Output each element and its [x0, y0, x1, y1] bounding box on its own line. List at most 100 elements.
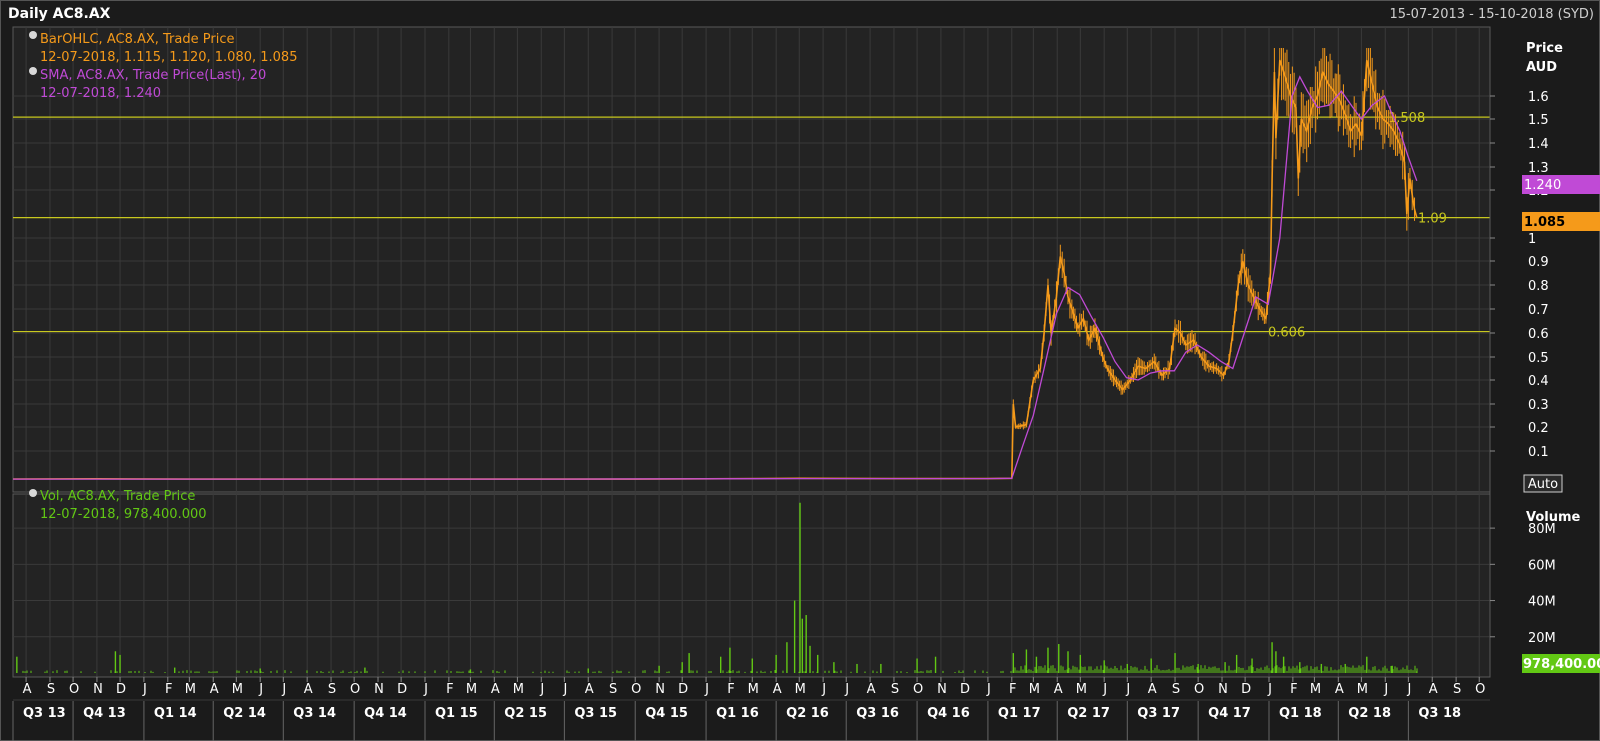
quarter-label: Q2 14 [223, 706, 266, 721]
quarter-label: Q1 17 [998, 706, 1041, 721]
quarter-label: Q1 14 [154, 706, 197, 721]
quarter-label: Q4 17 [1208, 706, 1251, 721]
quarter-label: Q2 16 [786, 706, 829, 721]
month-label: O [1475, 682, 1485, 697]
month-label: D [116, 682, 126, 697]
quarter-label: Q4 13 [83, 706, 126, 721]
date-range: 15-07-2013 - 15-10-2018 (SYD) [1389, 7, 1594, 22]
month-label: A [867, 682, 876, 697]
price-tick-label: 1.6 [1528, 90, 1549, 105]
month-label: J [1383, 682, 1388, 697]
sma-value-tag-text: 1.240 [1524, 178, 1561, 193]
volume-legend-values: 12-07-2018, 978,400.000 [40, 507, 207, 522]
month-label: S [47, 682, 55, 697]
quarter-label: Q3 17 [1137, 706, 1180, 721]
month-label: A [1335, 682, 1344, 697]
month-label: J [281, 682, 286, 697]
price-tick-label: 0.2 [1528, 421, 1549, 436]
volume-tick-label: 60M [1528, 558, 1556, 573]
price-tick-label: 0.5 [1528, 351, 1549, 366]
quarter-label: Q3 14 [293, 706, 336, 721]
month-label: J [423, 682, 428, 697]
month-label: A [1429, 682, 1438, 697]
chart-canvas: Daily AC8.AX 15-07-2013 - 15-10-2018 (SY… [0, 0, 1600, 741]
sma-legend-label: SMA, AC8.AX, Trade Price(Last), 20 [40, 68, 266, 83]
price-tick-label: 0.3 [1528, 398, 1549, 413]
ohlc-legend-values: 12-07-2018, 1.115, 1.120, 1.080, 1.085 [40, 50, 297, 65]
month-label: J [258, 682, 263, 697]
price-tick-label: 0.8 [1528, 279, 1549, 294]
month-label: S [609, 682, 617, 697]
month-label: O [631, 682, 641, 697]
price-axis-unit: AUD [1526, 60, 1557, 75]
quarter-label: Q1 16 [716, 706, 759, 721]
month-label: M [748, 682, 759, 697]
chart-title: Daily AC8.AX [8, 6, 111, 22]
price-panel[interactable] [12, 26, 1491, 493]
last-volume-tag-text: 978,400.00 [1523, 657, 1600, 672]
month-label: N [374, 682, 384, 697]
ohlc-legend-icon[interactable] [29, 31, 37, 39]
month-label: A [23, 682, 32, 697]
month-label: J [844, 682, 849, 697]
month-label: N [937, 682, 947, 697]
price-axis-title: Price [1526, 41, 1563, 56]
reference-line-label: 1.09 [1418, 212, 1447, 227]
sma-legend-values: 12-07-2018, 1.240 [40, 86, 161, 101]
quarter-label: Q4 15 [645, 706, 688, 721]
month-label: D [1241, 682, 1251, 697]
month-label: J [1125, 682, 1130, 697]
month-label: F [1009, 682, 1016, 697]
month-label: S [328, 682, 336, 697]
month-label: F [727, 682, 734, 697]
month-label: J [562, 682, 567, 697]
month-label: J [986, 682, 991, 697]
quarter-label: Q2 17 [1067, 706, 1110, 721]
month-label: M [232, 682, 243, 697]
month-label: O [350, 682, 360, 697]
quarter-label: Q3 16 [856, 706, 899, 721]
month-label: N [1218, 682, 1228, 697]
volume-panel[interactable] [12, 493, 1491, 678]
month-label: N [655, 682, 665, 697]
month-label: J [142, 682, 147, 697]
month-label: A [1148, 682, 1157, 697]
month-label: M [1029, 682, 1040, 697]
month-label: A [773, 682, 782, 697]
month-label: O [69, 682, 79, 697]
price-tick-label: 1.3 [1528, 161, 1549, 176]
month-label: J [1102, 682, 1107, 697]
volume-tick-label: 40M [1528, 595, 1556, 610]
price-tick-label: 0.4 [1528, 374, 1549, 389]
chart-window: Daily AC8.AX 15-07-2013 - 15-10-2018 (SY… [0, 0, 1600, 741]
month-label: D [960, 682, 970, 697]
sma-legend-icon[interactable] [29, 67, 37, 75]
quarter-label: Q3 15 [574, 706, 617, 721]
month-label: F [165, 682, 172, 697]
month-label: D [678, 682, 688, 697]
month-label: F [446, 682, 453, 697]
quarter-label: Q3 13 [23, 706, 66, 721]
price-tick-label: 0.1 [1528, 445, 1549, 460]
reference-line-label: 0.606 [1268, 326, 1305, 341]
month-label: M [1076, 682, 1087, 697]
volume-axis-title: Volume [1526, 510, 1581, 525]
price-tick-label: 1.5 [1528, 113, 1549, 128]
last-price-tag-text: 1.085 [1524, 215, 1565, 230]
price-tick-label: 0.7 [1528, 303, 1549, 318]
auto-scale-label[interactable]: Auto [1528, 477, 1558, 492]
month-label: M [1357, 682, 1368, 697]
price-tick-label: 0.6 [1528, 327, 1549, 342]
quarter-label: Q4 14 [364, 706, 407, 721]
month-label: J [1406, 682, 1411, 697]
volume-legend-icon[interactable] [29, 489, 37, 497]
month-label: J [704, 682, 709, 697]
quarter-label: Q2 18 [1348, 706, 1391, 721]
month-label: M [513, 682, 524, 697]
quarter-label: Q1 15 [435, 706, 478, 721]
month-label: S [1453, 682, 1461, 697]
month-label: O [913, 682, 923, 697]
month-label: O [1194, 682, 1204, 697]
month-label: M [1310, 682, 1321, 697]
month-label: A [210, 682, 219, 697]
